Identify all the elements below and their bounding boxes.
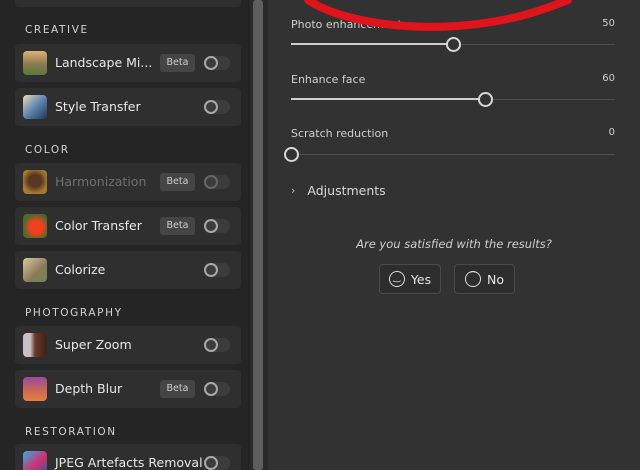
slider-knob[interactable] [478,92,494,107]
red-annotation-scribble [304,0,572,31]
no-button[interactable]: ⁀ No [454,264,515,294]
no-label: No [487,271,504,287]
slider-value: 0 [608,127,615,138]
filter-toggle[interactable] [204,175,230,189]
section-photography: PHOTOGRAPHY [25,307,123,319]
yes-label: Yes [410,271,432,287]
filter-toggle[interactable] [204,56,230,70]
slider-label: Enhance face [291,73,366,86]
filter-toggle[interactable] [204,456,230,470]
adjustments-expander[interactable]: › Adjustments [291,183,386,198]
harmonization-thumbnail [23,170,47,194]
filter-toggle[interactable] [204,219,230,233]
filter-label: Depth Blur [55,381,123,396]
filter-toggle[interactable] [204,382,230,396]
filter-super-zoom[interactable]: Super Zoom [15,326,241,364]
filter-depth-blur[interactable]: Depth Blur Beta [15,370,241,408]
filter-color-transfer[interactable]: Color Transfer Beta [15,207,241,245]
colorize-thumbnail [23,258,47,282]
beta-badge: Beta [160,54,195,72]
filter-jpeg-artefacts-removal[interactable]: JPEG Artefacts Removal [15,444,241,470]
smile-icon: ‿ [388,271,405,287]
feedback-question: Are you satisfied with the results? [356,237,552,251]
filter-label: Landscape Mi... [55,55,153,70]
section-restoration: RESTORATION [25,426,117,438]
filter-label: Colorize [55,262,106,277]
super-zoom-thumbnail [23,333,47,357]
beta-badge: Beta [160,217,195,235]
filter-harmonization[interactable]: Harmonization Beta [15,163,241,201]
filter-landscape-mixer[interactable]: Landscape Mi... Beta [15,44,241,82]
chevron-right-icon: › [291,184,296,197]
landscape-thumbnail [23,51,47,75]
beta-badge: Beta [160,173,195,191]
frown-icon: ⁀ [465,271,481,287]
filter-toggle[interactable] [204,100,230,114]
filter-label: Style Transfer [55,99,141,114]
section-color: COLOR [25,144,70,156]
filter-label: Super Zoom [55,337,132,352]
beta-badge: Beta [160,380,195,398]
style-thumbnail [23,95,47,119]
photo-enhancement-slider[interactable] [291,37,615,52]
color-transfer-thumbnail [23,214,47,238]
filter-label: JPEG Artefacts Removal [55,455,203,470]
filter-card-partial[interactable] [15,0,241,7]
adjustments-label: Adjustments [307,183,386,198]
filter-label: Color Transfer [55,218,142,233]
filter-settings-panel: Photo enhancement 50 Enhance face 60 Scr… [268,0,640,470]
slider-value: 60 [602,73,615,84]
filter-colorize[interactable]: Colorize [15,251,241,289]
enhance-face-slider[interactable] [291,92,615,107]
scrollbar-thumb[interactable] [253,0,263,470]
filter-toggle[interactable] [204,338,230,352]
slider-knob[interactable] [284,147,299,162]
section-creative: CREATIVE [25,24,89,36]
scratch-reduction-slider[interactable] [284,147,615,162]
depth-blur-thumbnail [23,377,47,401]
filter-style-transfer[interactable]: Style Transfer [15,88,241,126]
jpeg-thumbnail [23,451,47,470]
slider-label: Scratch reduction [291,127,389,140]
neural-filters-list: CREATIVE Landscape Mi... Beta Style Tran… [0,0,248,470]
filter-toggle[interactable] [204,263,230,277]
yes-button[interactable]: ‿ Yes [379,264,441,294]
filter-label: Harmonization [55,174,147,189]
